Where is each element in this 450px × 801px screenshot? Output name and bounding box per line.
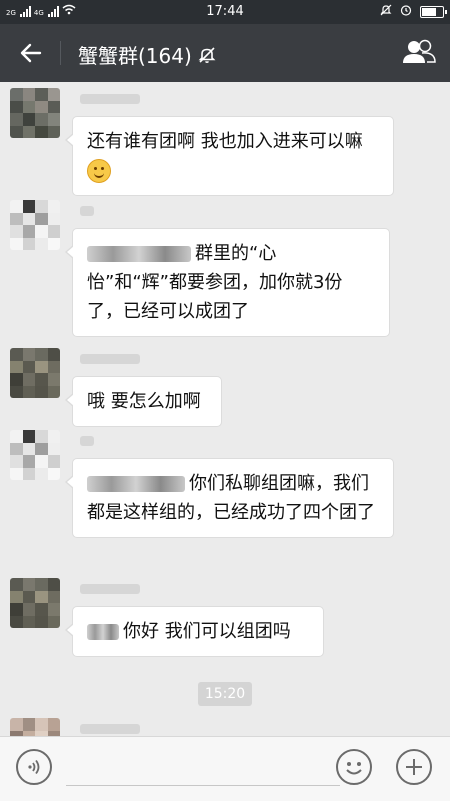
muted-bell-icon (198, 46, 216, 63)
alarm-icon (400, 4, 412, 19)
sender-name-blurred (80, 724, 140, 734)
avatar[interactable] (10, 348, 60, 398)
message-text: 哦 要怎么加啊 (87, 391, 201, 412)
title-bar: 蟹蟹群(164) (0, 24, 450, 82)
group-members-icon (403, 39, 436, 63)
message-bubble[interactable]: 你们私聊组团嘛，我们都是这样组的，已经成功了四个团了 (65, 458, 394, 538)
mute-icon (380, 4, 392, 19)
back-arrow-icon (20, 43, 42, 63)
mention-blurred (87, 476, 185, 492)
message-bubble[interactable]: 哦 要怎么加啊 (65, 376, 222, 427)
voice-button[interactable] (16, 749, 52, 785)
message-bubble[interactable]: 还有谁有团啊 我也加入进来可以嘛 (65, 116, 394, 196)
chat-title: 蟹蟹群(164) (78, 40, 216, 69)
message-input[interactable] (66, 785, 340, 786)
back-button[interactable] (14, 38, 48, 68)
plus-icon (406, 759, 422, 775)
avatar[interactable] (10, 200, 60, 250)
sender-name-blurred (80, 206, 94, 216)
message-text: 你好 我们可以组团吗 (123, 621, 291, 642)
input-bar (0, 736, 450, 801)
message-list[interactable]: 还有谁有团啊 我也加入进来可以嘛 群里的“心怡”和“辉”都要参团，加你就3份了，… (0, 82, 450, 736)
battery-icon (420, 5, 447, 18)
timestamp-chip: 15:20 (198, 682, 252, 706)
title-divider (60, 41, 61, 65)
sender-name-blurred (80, 354, 140, 364)
message-text: 还有谁有团啊 我也加入进来可以嘛 (87, 131, 363, 152)
message-bubble[interactable]: 你好 我们可以组团吗 (65, 606, 324, 657)
status-right (380, 4, 447, 19)
sender-name-blurred (80, 94, 140, 104)
group-members-button[interactable] (400, 36, 438, 70)
group-name: 蟹蟹群(164) (78, 44, 192, 68)
smile-emoji-icon (87, 159, 111, 183)
avatar[interactable] (10, 718, 60, 736)
sender-name-blurred (80, 436, 94, 446)
message-bubble[interactable]: 群里的“心怡”和“辉”都要参团，加你就3份了，已经可以成团了 (65, 228, 390, 337)
more-button[interactable] (396, 749, 432, 785)
voice-icon (28, 759, 40, 775)
avatar[interactable] (10, 88, 60, 138)
status-bar: 2G 4G 17:44 (0, 0, 450, 24)
avatar[interactable] (10, 578, 60, 628)
avatar[interactable] (10, 430, 60, 480)
mention-blurred (87, 624, 119, 640)
emoji-icon (346, 762, 362, 775)
mention-blurred (87, 246, 191, 262)
sender-name-blurred (80, 584, 140, 594)
battery-fill (422, 7, 436, 16)
emoji-button[interactable] (336, 749, 372, 785)
